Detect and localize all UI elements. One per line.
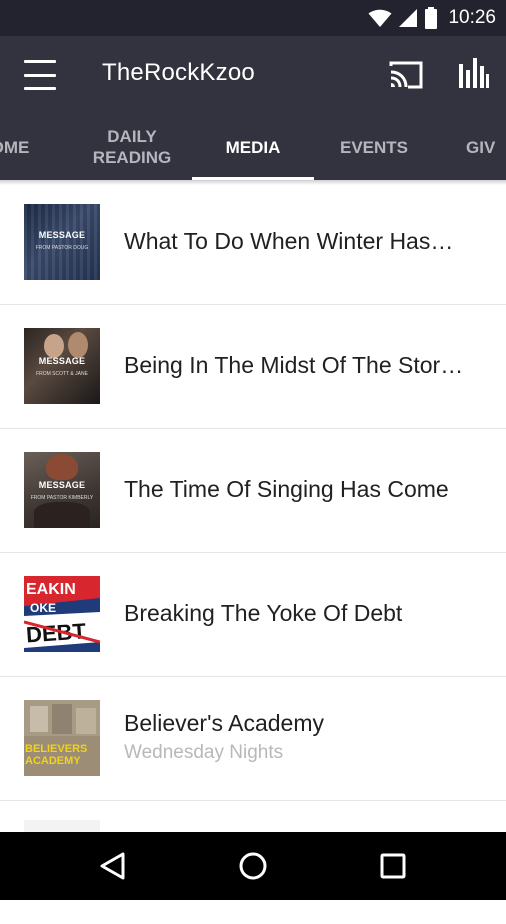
thumbnail-texture — [24, 204, 100, 280]
media-thumbnail: MESSAGE FROM SCOTT & JANE — [24, 328, 100, 404]
svg-text:BELIEVERS: BELIEVERS — [25, 743, 87, 755]
thumbnail-person — [46, 454, 78, 480]
media-item[interactable]: MESSAGE FROM SCOTT & JANE Being In The M… — [0, 304, 506, 429]
tab-label: GIV — [466, 137, 496, 157]
status-icons: 10:26 — [368, 6, 496, 30]
media-thumbnail: EAKIN OKE DEBT — [24, 576, 100, 652]
navigation-bar — [0, 832, 506, 900]
thumbnail-sublabel: FROM PASTOR KIMBERLY — [30, 495, 94, 501]
equalizer-icon[interactable] — [456, 56, 490, 90]
thumbnail-label: MESSAGE — [38, 230, 86, 240]
tab-label: OME — [0, 137, 30, 157]
svg-text:EAKIN: EAKIN — [26, 581, 76, 598]
thumbnail-label: MESSAGE — [38, 480, 86, 490]
tab-label: MEDIA — [225, 137, 281, 157]
menu-icon[interactable] — [24, 60, 56, 90]
app-title: TheRockKzoo — [102, 59, 255, 86]
media-subtitle: Wednesday Nights — [124, 742, 284, 763]
tab-events[interactable]: EVENTS — [314, 114, 434, 180]
menu-icon-line — [24, 87, 56, 90]
battery-icon — [425, 7, 438, 29]
recents-icon[interactable] — [376, 849, 410, 883]
media-thumbnail: MESSAGE FROM PASTOR DOUG — [24, 204, 100, 280]
tab-bar: OME DAILY READING MEDIA EVENTS GIV — [0, 114, 506, 180]
media-item[interactable]: MESSAGE FROM PASTOR DOUG What To Do When… — [0, 180, 506, 305]
tab-bar-shadow — [0, 180, 506, 185]
thumbnail-sublabel: FROM PASTOR DOUG — [35, 245, 89, 251]
svg-text:ACADEMY: ACADEMY — [25, 755, 81, 767]
cast-icon[interactable] — [388, 60, 424, 90]
media-item[interactable]: BELIEVERS ACADEMY Believer's Academy Wed… — [0, 676, 506, 801]
wifi-icon — [368, 9, 392, 27]
tab-label: EVENTS — [339, 137, 409, 157]
thumbnail-person — [34, 502, 90, 528]
app-bar: TheRockKzoo — [0, 36, 506, 114]
media-item[interactable]: EAKIN OKE DEBT Breaking The Yoke Of Debt — [0, 552, 506, 677]
menu-icon-line — [24, 73, 56, 77]
svg-text:DEBT: DEBT — [25, 618, 87, 647]
media-title: What To Do When Winter Has… — [124, 228, 454, 254]
svg-text:OKE: OKE — [30, 601, 56, 615]
home-icon[interactable] — [236, 849, 270, 883]
media-title: Being In The Midst Of The Stor… — [124, 352, 464, 378]
tab-home[interactable]: OME — [0, 114, 40, 180]
breaking-yoke-debt-art: EAKIN OKE DEBT — [24, 576, 100, 652]
believers-academy-art: BELIEVERS ACADEMY — [24, 700, 100, 776]
thumbnail-person — [68, 332, 88, 358]
media-title: The Time Of Singing Has Come — [124, 476, 449, 502]
media-item[interactable]: MESSAGE FROM PASTOR KIMBERLY The Time Of… — [0, 428, 506, 553]
thumbnail-person — [44, 334, 64, 358]
menu-icon-line — [24, 60, 56, 63]
back-icon[interactable] — [96, 849, 130, 883]
tab-label: DAILY READING — [92, 127, 172, 167]
tab-give[interactable]: GIV — [466, 114, 506, 180]
thumbnail-label: MESSAGE — [38, 356, 86, 366]
media-thumbnail: MESSAGE FROM PASTOR KIMBERLY — [24, 452, 100, 528]
status-bar: 10:26 — [0, 0, 506, 36]
media-thumbnail: BELIEVERS ACADEMY — [24, 700, 100, 776]
thumbnail-sublabel: FROM SCOTT & JANE — [36, 371, 88, 377]
media-title: Breaking The Yoke Of Debt — [124, 600, 403, 626]
tab-media[interactable]: MEDIA — [192, 114, 314, 180]
tab-daily-reading[interactable]: DAILY READING — [72, 114, 192, 180]
status-time: 10:26 — [448, 7, 496, 28]
media-title: Believer's Academy — [124, 710, 324, 736]
cell-signal-icon — [399, 9, 418, 27]
